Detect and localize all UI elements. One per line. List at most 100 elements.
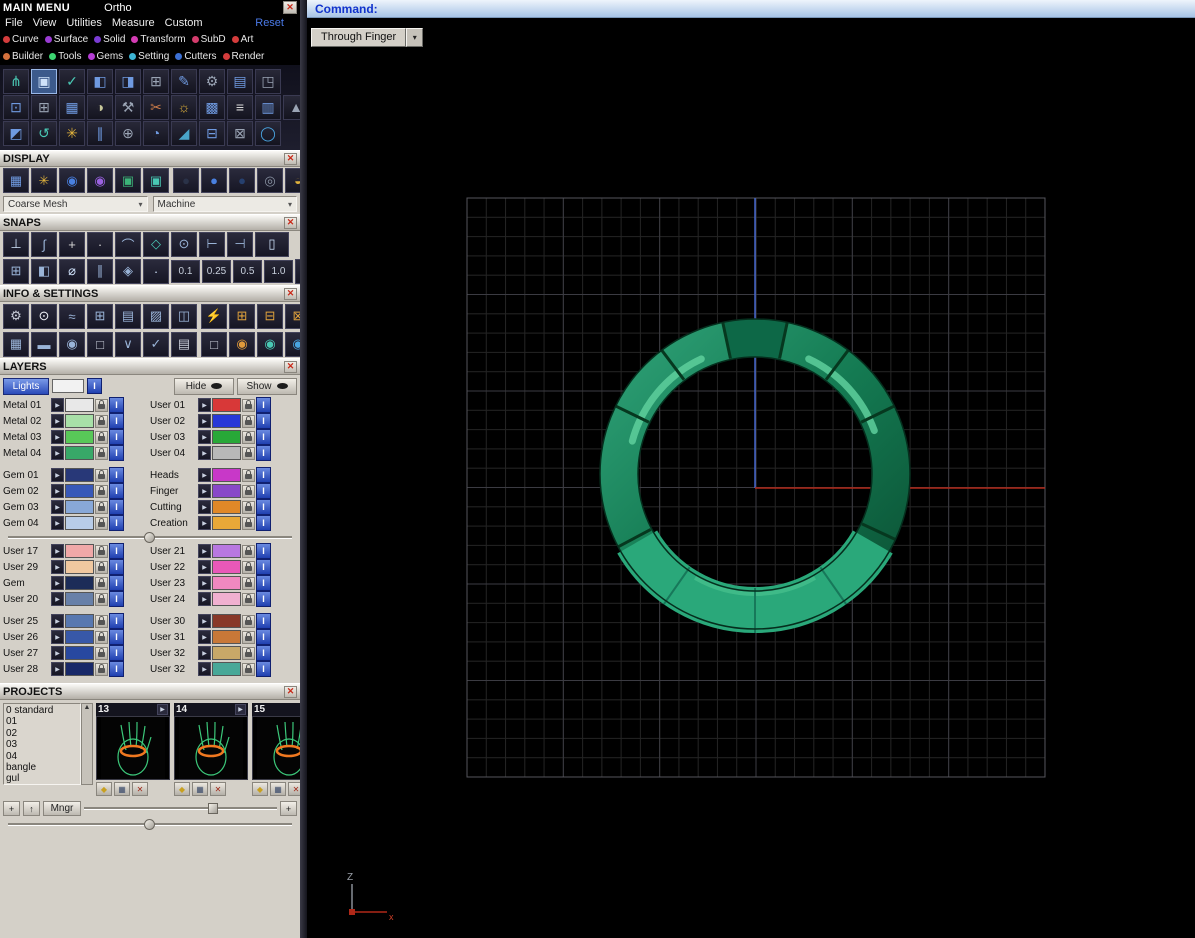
gem-icon[interactable]: ◆ [174, 782, 190, 796]
layer-color-swatch[interactable] [65, 662, 94, 676]
toolbar-icon[interactable]: ◉ [257, 331, 283, 357]
toolbar-icon[interactable]: ⊞ [3, 258, 29, 284]
layer-info-button[interactable]: I [109, 445, 124, 461]
layer-name[interactable]: User 27 [3, 648, 50, 659]
snap-value-0.1[interactable]: 0.1 [171, 259, 200, 283]
category-surface[interactable]: Surface [42, 34, 91, 45]
toolbar-icon[interactable]: ◉ [87, 168, 113, 193]
lock-icon[interactable] [242, 484, 255, 498]
layer-name[interactable]: User 02 [150, 416, 197, 427]
toolbar-icon[interactable]: ⊞ [87, 303, 113, 329]
layer-arrow-button[interactable]: ▶ [51, 484, 64, 498]
toolbar-icon[interactable]: □ [87, 331, 113, 357]
toolbar-icon[interactable]: ⊞ [31, 94, 57, 120]
lock-icon[interactable] [242, 430, 255, 444]
toolbar-icon[interactable]: ⌀ [59, 258, 85, 284]
menu-item-measure[interactable]: Measure [107, 17, 160, 29]
lock-icon[interactable] [242, 446, 255, 460]
lock-icon[interactable] [95, 414, 108, 428]
layer-info-button[interactable]: I [109, 429, 124, 445]
layer-info-button[interactable]: I [256, 445, 271, 461]
layer-name[interactable]: Gem [3, 578, 50, 589]
toolbar-icon[interactable]: ▩ [199, 94, 225, 120]
layer-color-swatch[interactable] [212, 614, 241, 628]
lock-icon[interactable] [95, 646, 108, 660]
layer-info-button[interactable]: I [109, 467, 124, 483]
layer-color-swatch[interactable] [212, 646, 241, 660]
layer-color-swatch[interactable] [65, 414, 94, 428]
lock-icon[interactable] [95, 500, 108, 514]
layer-info-button[interactable]: I [256, 543, 271, 559]
layer-name[interactable]: User 17 [3, 546, 50, 557]
layer-name[interactable]: User 22 [150, 562, 197, 573]
category-gems[interactable]: Gems [85, 51, 127, 62]
toolbar-icon[interactable]: ⊠ [227, 120, 253, 146]
toolbar-icon[interactable]: ◇ [143, 231, 169, 257]
toolbar-icon[interactable]: ⚒ [115, 94, 141, 120]
layer-arrow-button[interactable]: ▶ [51, 500, 64, 514]
layer-name[interactable]: Cutting [150, 502, 197, 513]
viewport[interactable]: Through Finger ▾ Z x [307, 18, 1195, 938]
menu-item-utilities[interactable]: Utilities [61, 17, 106, 29]
layer-info-button[interactable]: I [256, 613, 271, 629]
toolbar-icon[interactable]: · [143, 258, 169, 284]
layer-info-button[interactable]: I [256, 591, 271, 607]
toolbar-icon[interactable]: ⊟ [257, 303, 283, 329]
lock-icon[interactable] [242, 576, 255, 590]
toolbar-icon[interactable]: ◔ [143, 120, 169, 146]
layer-info-button[interactable]: I [256, 661, 271, 677]
layer-name[interactable]: User 26 [3, 632, 50, 643]
lock-icon[interactable] [95, 446, 108, 460]
layer-name[interactable]: Metal 02 [3, 416, 50, 427]
layer-color-swatch[interactable] [65, 500, 94, 514]
layer-color-swatch[interactable] [212, 500, 241, 514]
toolbar-icon[interactable]: ✳ [31, 168, 57, 193]
layer-arrow-button[interactable]: ▶ [51, 430, 64, 444]
layer-arrow-button[interactable]: ▶ [51, 446, 64, 460]
lock-icon[interactable] [95, 430, 108, 444]
lights-color-swatch[interactable] [52, 379, 84, 393]
toolbar-icon[interactable]: ✂ [143, 94, 169, 120]
layer-name[interactable]: User 24 [150, 594, 197, 605]
add-button[interactable]: + [280, 801, 297, 816]
layer-name[interactable]: User 29 [3, 562, 50, 573]
layer-color-swatch[interactable] [212, 468, 241, 482]
toolbar-icon[interactable]: ⊟ [199, 120, 225, 146]
layer-info-button[interactable]: I [109, 499, 124, 515]
layer-arrow-button[interactable]: ▶ [51, 630, 64, 644]
layer-info-button[interactable]: I [109, 543, 124, 559]
layer-info-button[interactable]: I [109, 413, 124, 429]
layer-info-button[interactable]: I [109, 629, 124, 645]
toolbar-icon[interactable]: ▦ [3, 168, 29, 193]
mngr-button[interactable]: Mngr [43, 801, 81, 816]
layer-arrow-button[interactable]: ▶ [51, 662, 64, 676]
layer-info-button[interactable]: I [256, 645, 271, 661]
project-list-item[interactable]: 02 [6, 728, 78, 739]
toolbar-icon[interactable]: ◨ [115, 68, 141, 94]
layer-color-swatch[interactable] [212, 560, 241, 574]
toolbar-icon[interactable]: ▤ [227, 68, 253, 94]
layer-color-swatch[interactable] [65, 560, 94, 574]
layer-arrow-button[interactable]: ▶ [198, 468, 211, 482]
layer-name[interactable]: User 31 [150, 632, 197, 643]
reset-button[interactable]: Reset [255, 17, 284, 29]
layer-arrow-button[interactable]: ▶ [51, 398, 64, 412]
layer-name[interactable]: Gem 02 [3, 486, 50, 497]
close-icon[interactable]: ✕ [284, 287, 297, 300]
layer-arrow-button[interactable]: ▶ [51, 544, 64, 558]
toolbar-icon[interactable]: ◒ [285, 168, 300, 193]
slider-handle[interactable] [207, 803, 218, 814]
hide-button[interactable]: Hide [174, 377, 234, 395]
toolbar-icon[interactable]: ◑ [87, 94, 113, 120]
category-setting[interactable]: Setting [126, 51, 172, 62]
layer-arrow-button[interactable]: ▶ [198, 484, 211, 498]
lock-icon[interactable] [242, 516, 255, 530]
lock-icon[interactable] [242, 398, 255, 412]
layer-color-swatch[interactable] [212, 398, 241, 412]
layer-arrow-button[interactable]: ▶ [51, 576, 64, 590]
panel-divider[interactable] [300, 0, 307, 938]
toolbar-icon[interactable]: ● [173, 168, 199, 193]
layer-arrow-button[interactable]: ▶ [198, 446, 211, 460]
delete-icon[interactable]: ✕ [132, 782, 148, 796]
layer-arrow-button[interactable]: ▶ [198, 560, 211, 574]
